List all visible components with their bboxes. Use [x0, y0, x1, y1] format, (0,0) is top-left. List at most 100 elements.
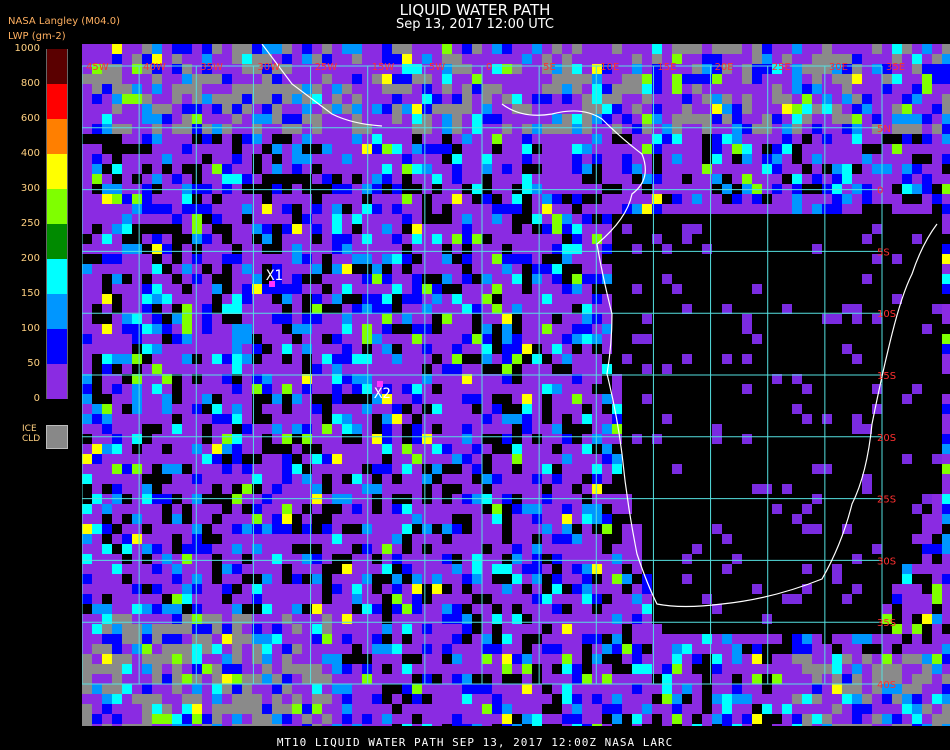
lwp-pixel	[112, 384, 122, 394]
lwp-pixel	[162, 574, 172, 584]
lwp-pixel	[632, 354, 642, 364]
lwp-pixel	[692, 544, 702, 554]
lwp-pixel	[212, 294, 222, 304]
lwp-pixel	[832, 454, 842, 464]
lwp-pixel	[772, 244, 782, 254]
lwp-pixel	[632, 164, 642, 174]
lwp-pixel	[352, 604, 362, 614]
lwp-pixel	[342, 464, 352, 474]
lwp-pixel	[402, 554, 412, 564]
lwp-pixel	[422, 184, 432, 194]
lwp-pixel	[222, 204, 232, 214]
lwp-pixel	[352, 144, 362, 154]
lwp-pixel	[372, 144, 382, 154]
lwp-pixel	[812, 264, 822, 274]
lwp-pixel	[742, 224, 752, 234]
lwp-pixel	[882, 524, 892, 534]
lwp-pixel	[762, 344, 772, 354]
lwp-pixel	[832, 314, 842, 324]
lwp-pixel	[632, 304, 642, 314]
lwp-pixel	[172, 124, 182, 134]
lwp-pixel	[682, 354, 692, 364]
lwp-pixel	[512, 364, 522, 374]
lwp-pixel	[452, 484, 462, 494]
lwp-pixel	[412, 274, 422, 284]
lwp-pixel	[512, 254, 522, 264]
lwp-pixel	[872, 534, 882, 544]
lwp-pixel	[272, 584, 282, 594]
lwp-pixel	[862, 54, 872, 64]
lwp-pixel	[322, 414, 332, 424]
lwp-pixel	[582, 114, 592, 124]
lwp-pixel	[102, 604, 112, 614]
lwp-pixel	[142, 434, 152, 444]
lwp-pixel	[532, 54, 542, 64]
lwp-pixel	[182, 174, 192, 184]
lwp-pixel	[642, 354, 652, 364]
lwp-pixel	[612, 244, 622, 254]
lwp-pixel	[512, 344, 522, 354]
lwp-pixel	[812, 114, 822, 124]
lwp-pixel	[142, 174, 152, 184]
lwp-pixel	[452, 414, 462, 424]
lwp-pixel	[892, 144, 902, 154]
lwp-pixel	[102, 214, 112, 224]
lwp-pixel	[352, 254, 362, 264]
lwp-pixel	[722, 404, 732, 414]
lwp-pixel	[402, 544, 412, 554]
lwp-pixel	[712, 514, 722, 524]
lwp-pixel	[342, 44, 352, 54]
lwp-pixel	[132, 334, 142, 344]
lwp-pixel	[292, 404, 302, 414]
lwp-pixel	[82, 324, 92, 334]
lwp-pixel	[312, 514, 322, 524]
lwp-pixel	[112, 544, 122, 554]
lwp-pixel	[142, 364, 152, 374]
lwp-pixel	[412, 134, 422, 144]
lwp-pixel	[802, 324, 812, 334]
lwp-pixel	[842, 214, 852, 224]
lwp-pixel	[222, 114, 232, 124]
lwp-pixel	[312, 524, 322, 534]
lwp-pixel	[192, 174, 202, 184]
lwp-pixel	[92, 464, 102, 474]
lwp-pixel	[242, 534, 252, 544]
lwp-pixel	[852, 254, 862, 264]
lwp-pixel	[412, 44, 422, 54]
lwp-pixel	[222, 234, 232, 244]
lwp-pixel	[262, 474, 272, 484]
lwp-pixel	[492, 144, 502, 154]
lwp-pixel	[602, 454, 612, 464]
lwp-pixel	[242, 324, 252, 334]
lwp-pixel	[732, 224, 742, 234]
lwp-pixel	[802, 384, 812, 394]
lwp-pixel	[812, 84, 822, 94]
lwp-pixel	[342, 504, 352, 514]
lwp-pixel	[132, 164, 142, 174]
lwp-pixel	[122, 44, 132, 54]
lwp-pixel	[342, 94, 352, 104]
lwp-pixel	[362, 424, 372, 434]
lwp-pixel	[222, 444, 232, 454]
lwp-pixel	[792, 444, 802, 454]
lwp-pixel	[672, 444, 682, 454]
lwp-pixel	[402, 234, 412, 244]
lwp-pixel	[102, 104, 112, 114]
lwp-pixel	[812, 194, 822, 204]
lwp-pixel	[742, 594, 752, 604]
lwp-pixel	[662, 564, 672, 574]
lwp-pixel	[372, 464, 382, 474]
lwp-pixel	[592, 554, 602, 564]
lwp-pixel	[352, 564, 362, 574]
lwp-pixel	[722, 364, 732, 374]
lwp-pixel	[792, 234, 802, 244]
lwp-pixel	[442, 214, 452, 224]
lwp-pixel	[242, 204, 252, 214]
lwp-pixel	[612, 154, 622, 164]
lwp-pixel	[82, 124, 92, 134]
lwp-pixel	[612, 464, 622, 474]
lwp-pixel	[662, 544, 672, 554]
lwp-pixel	[612, 604, 622, 614]
lwp-pixel	[842, 464, 852, 474]
lwp-pixel	[472, 584, 482, 594]
